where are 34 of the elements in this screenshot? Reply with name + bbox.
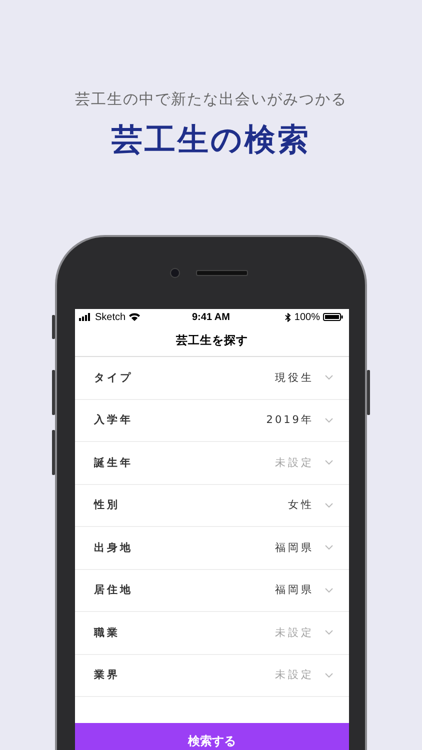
wifi-icon — [128, 313, 140, 321]
chevron-down-icon — [325, 460, 333, 466]
speaker-grille — [196, 270, 248, 276]
filter-value[interactable]: 福岡県 — [275, 583, 314, 598]
chevron-down-icon — [325, 375, 333, 380]
carrier-name: Sketch — [95, 312, 126, 322]
chevron-down-icon — [325, 502, 333, 508]
bluetooth-icon — [285, 312, 292, 322]
screen-title: 芸工生を探す — [75, 325, 349, 357]
clock-time: 9:41 AM — [192, 312, 230, 322]
filter-label: 出身地 — [94, 540, 134, 555]
filter-label: 業界 — [94, 668, 121, 682]
page-title: 芸工生の検索 — [112, 121, 310, 160]
filter-value[interactable]: 福岡県 — [275, 540, 314, 555]
filter-value[interactable]: 女性 — [288, 498, 314, 512]
battery-percent: 100% — [294, 312, 320, 322]
chevron-down-icon — [325, 588, 333, 593]
chevron-down-icon — [325, 672, 333, 678]
filter-label: タイプ — [94, 370, 134, 385]
filter-label: 入学年 — [94, 413, 134, 428]
search-button[interactable]: 検索する — [75, 723, 349, 750]
filter-label: 性別 — [94, 498, 121, 512]
filter-value[interactable]: 2019年 — [266, 413, 314, 428]
chevron-down-icon — [325, 630, 333, 636]
signal-icon — [79, 313, 92, 321]
chevron-down-icon — [325, 545, 333, 550]
filter-label: 居住地 — [94, 583, 134, 598]
camera-icon — [170, 268, 180, 278]
filter-value[interactable]: 現役生 — [275, 370, 314, 385]
battery-icon — [323, 313, 343, 321]
filter-label: 誕生年 — [94, 456, 134, 470]
chevron-down-icon — [325, 418, 333, 423]
filter-label: 職業 — [94, 626, 121, 640]
subtitle: 芸工生の中で新たな出会いがみつかる — [75, 90, 347, 109]
